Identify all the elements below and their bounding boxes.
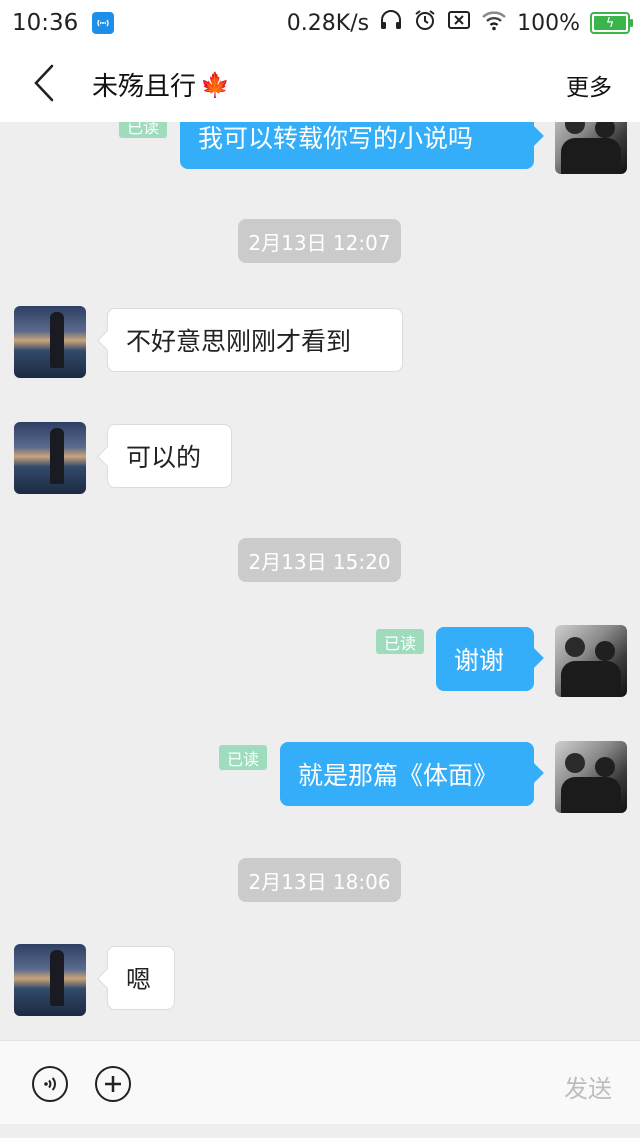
bottom-strip	[0, 1124, 640, 1138]
contact-avatar[interactable]	[14, 306, 86, 378]
my-avatar[interactable]	[555, 122, 627, 174]
plus-icon[interactable]	[95, 1066, 131, 1102]
read-badge: 已读	[219, 745, 267, 770]
status-right-group: 0.28K/s 100% ϟ	[286, 8, 633, 38]
incoming-message[interactable]: 嗯	[107, 946, 175, 1010]
wifi-hotspot-icon	[92, 12, 115, 34]
status-time: 10:36	[12, 10, 79, 36]
network-speed: 0.28K/s	[286, 10, 370, 36]
battery-icon: ϟ	[590, 12, 633, 34]
battery-percent: 100%	[517, 10, 580, 36]
outgoing-message[interactable]: 就是那篇《体面》	[280, 742, 534, 806]
my-avatar[interactable]	[555, 625, 627, 697]
contact-name: 未殇且行	[92, 72, 197, 102]
incoming-message[interactable]: 不好意思刚刚才看到	[107, 308, 403, 372]
message-list[interactable]: 已读 我可以转载你写的小说吗 2月13日 12:07 不好意思刚刚才看到 可以的…	[0, 122, 640, 1040]
timestamp: 2月13日 15:20	[238, 538, 401, 582]
contact-avatar[interactable]	[14, 944, 86, 1016]
timestamp: 2月13日 18:06	[238, 858, 401, 902]
input-bar: 发送	[0, 1040, 640, 1125]
status-bar: 10:36 0.28K/s 100% ϟ	[0, 0, 640, 46]
send-button[interactable]: 发送	[564, 1069, 612, 1104]
headphones-icon	[379, 9, 403, 37]
outgoing-message[interactable]: 我可以转载你写的小说吗	[180, 122, 534, 169]
outgoing-message[interactable]: 谢谢	[436, 627, 534, 691]
my-avatar[interactable]	[555, 741, 627, 813]
contact-avatar[interactable]	[14, 422, 86, 494]
timestamp: 2月13日 12:07	[238, 219, 401, 263]
incoming-message[interactable]: 可以的	[107, 424, 232, 488]
chat-title: 未殇且行 🍁	[92, 66, 230, 103]
more-button[interactable]: 更多	[566, 68, 612, 102]
wifi-icon	[481, 9, 507, 37]
back-icon[interactable]	[32, 64, 58, 102]
alarm-icon	[413, 8, 437, 38]
maple-leaf-icon: 🍁	[200, 70, 230, 99]
sim-icon	[447, 10, 471, 36]
voice-icon[interactable]	[32, 1066, 68, 1102]
chat-header: 未殇且行 🍁 更多	[0, 46, 640, 122]
read-badge: 已读	[119, 122, 167, 138]
read-badge: 已读	[376, 629, 424, 654]
